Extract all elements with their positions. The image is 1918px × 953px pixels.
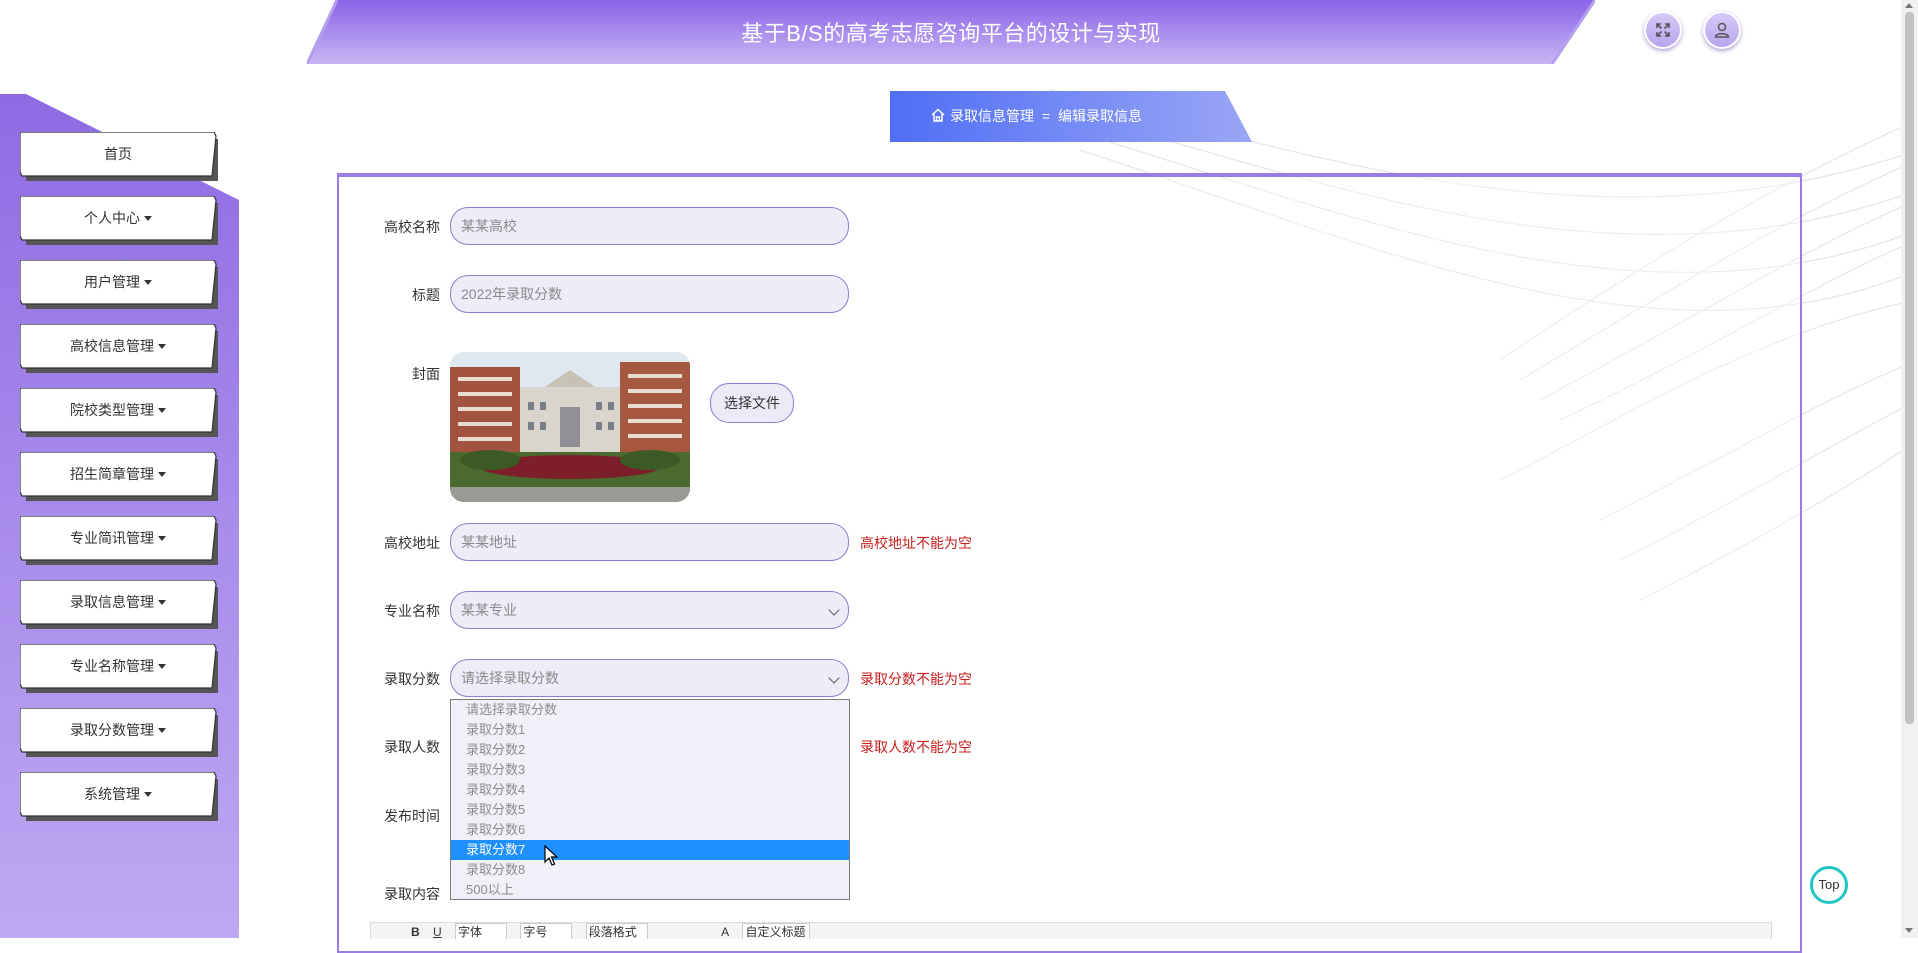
site-title: 基于B/S的高考志愿咨询平台的设计与实现 — [741, 21, 1161, 46]
chevron-down-icon — [828, 604, 840, 616]
choose-file-button[interactable]: 选择文件 — [710, 383, 794, 423]
sidebar-item-label: 高校信息管理 — [20, 324, 216, 368]
major-select[interactable]: 某某专业 — [450, 591, 849, 629]
address-error: 高校地址不能为空 — [860, 535, 972, 551]
fullscreen-button[interactable] — [1644, 11, 1682, 49]
sidebar-item-2[interactable]: 用户管理 — [20, 260, 218, 309]
score-select[interactable]: 请选择录取分数 — [450, 659, 849, 697]
sidebar-item-label: 个人中心 — [20, 196, 216, 240]
score-label: 录取分数 — [384, 671, 440, 687]
toolbar-font-select[interactable]: 字体 — [455, 923, 508, 939]
mouse-cursor-icon — [544, 845, 558, 866]
sidebar: 首页个人中心用户管理高校信息管理 院校类型管理 招生简章管理 专业简讯管理 录取信息管理… — [0, 94, 239, 938]
breadcrumb-current: 编辑录取信息 — [1057, 108, 1142, 124]
caret-down-icon — [158, 536, 166, 541]
toolbar-align-icon[interactable]: A — [721, 924, 729, 939]
expand-icon — [1656, 23, 1670, 37]
back-to-top-button[interactable]: Top — [1810, 866, 1848, 904]
score-option[interactable]: 录取分数8 — [451, 860, 849, 880]
sidebar-item-5[interactable]: 招生简章管理 — [20, 452, 218, 501]
caret-down-icon — [144, 216, 152, 221]
score-error: 录取分数不能为空 — [860, 671, 972, 687]
title-input[interactable] — [450, 275, 849, 313]
page-scrollbar[interactable] — [1901, 0, 1918, 938]
campus-photo — [450, 352, 690, 502]
editor-toolbar: B U 字体 字号 段落格式 A 自定义标题 — [370, 922, 1772, 939]
breadcrumb: 录取信息管理 = 编辑录取信息 — [890, 91, 1252, 142]
header-bar: 基于B/S的高考志愿咨询平台的设计与实现 — [307, 0, 1595, 64]
sidebar-item-9[interactable]: 录取分数管理 — [20, 708, 218, 757]
major-select-value: 某某专业 — [461, 602, 517, 618]
breadcrumb-separator: = — [1041, 108, 1051, 124]
caret-down-icon — [144, 792, 152, 797]
address-input[interactable] — [450, 523, 849, 561]
score-option[interactable]: 录取分数2 — [451, 740, 849, 760]
address-label: 高校地址 — [384, 535, 440, 551]
score-option[interactable]: 录取分数1 — [451, 720, 849, 740]
toolbar-custom-title-select[interactable]: 自定义标题 — [742, 923, 811, 939]
toolbar-paragraph-select[interactable]: 段落格式 — [585, 923, 648, 939]
sidebar-item-10[interactable]: 系统管理 — [20, 772, 218, 821]
score-option[interactable]: 录取分数4 — [451, 780, 849, 800]
sidebar-item-label: 系统管理 — [20, 772, 216, 816]
caret-down-icon — [158, 472, 166, 477]
sidebar-item-7[interactable]: 录取信息管理 — [20, 580, 218, 629]
school-name-input[interactable] — [450, 207, 849, 245]
sidebar-item-1[interactable]: 个人中心 — [20, 196, 218, 245]
sidebar-item-label: 招生简章管理 — [20, 452, 216, 496]
sidebar-item-label: 专业简讯管理 — [20, 516, 216, 560]
sidebar-item-4[interactable]: 院校类型管理 — [20, 388, 218, 437]
home-icon — [931, 108, 945, 122]
caret-down-icon — [158, 600, 166, 605]
user-button[interactable] — [1703, 11, 1741, 49]
score-option[interactable]: 请选择录取分数 — [451, 700, 849, 720]
toolbar-bold-button[interactable]: B — [411, 924, 420, 939]
breadcrumb-section[interactable]: 录取信息管理 — [950, 108, 1034, 124]
score-option[interactable]: 录取分数6 — [451, 820, 849, 840]
sidebar-item-label: 首页 — [104, 146, 132, 162]
user-icon — [1714, 22, 1730, 38]
caret-down-icon — [144, 280, 152, 285]
caret-down-icon — [158, 344, 166, 349]
content-label: 录取内容 — [384, 886, 440, 902]
sidebar-item-8[interactable]: 专业名称管理 — [20, 644, 218, 693]
cover-label: 封面 — [412, 366, 440, 382]
chevron-down-icon — [828, 672, 840, 684]
toolbar-size-select[interactable]: 字号 — [520, 923, 573, 939]
score-dropdown-list: 请选择录取分数 录取分数1 录取分数2 录取分数3 录取分数4 录取分数5 录取分数6 录取分… — [450, 699, 850, 900]
score-option[interactable]: 录取分数7 — [451, 840, 849, 860]
toolbar-underline-button[interactable]: U — [433, 924, 442, 939]
scrollbar-thumb[interactable] — [1905, 12, 1914, 724]
scroll-down-icon[interactable] — [1905, 928, 1913, 933]
sidebar-item-label: 录取分数管理 — [20, 708, 216, 752]
score-select-value: 请选择录取分数 — [461, 670, 559, 686]
school-name-label: 高校名称 — [384, 219, 440, 235]
caret-down-icon — [158, 728, 166, 733]
publish-time-label: 发布时间 — [384, 808, 440, 824]
breadcrumb-text: 录取信息管理 = 编辑录取信息 — [930, 91, 1142, 142]
score-option[interactable]: 录取分数3 — [451, 760, 849, 780]
caret-down-icon — [158, 408, 166, 413]
scroll-up-icon[interactable] — [1905, 3, 1913, 8]
sidebar-item-3[interactable]: 高校信息管理 — [20, 324, 218, 373]
cover-image — [450, 352, 690, 502]
sidebar-item-label: 用户管理 — [20, 260, 216, 304]
sidebar-item-0[interactable]: 首页 — [20, 132, 218, 181]
caret-down-icon — [158, 664, 166, 669]
count-label: 录取人数 — [384, 739, 440, 755]
count-error: 录取人数不能为空 — [860, 739, 972, 755]
score-option[interactable]: 录取分数5 — [451, 800, 849, 820]
score-option[interactable]: 500以上 — [451, 880, 849, 900]
sidebar-item-label: 专业名称管理 — [20, 644, 216, 688]
sidebar-item-label: 院校类型管理 — [20, 388, 216, 432]
sidebar-item-label: 录取信息管理 — [20, 580, 216, 624]
sidebar-item-6[interactable]: 专业简讯管理 — [20, 516, 218, 565]
title-label: 标题 — [412, 287, 440, 303]
major-label: 专业名称 — [384, 603, 440, 619]
